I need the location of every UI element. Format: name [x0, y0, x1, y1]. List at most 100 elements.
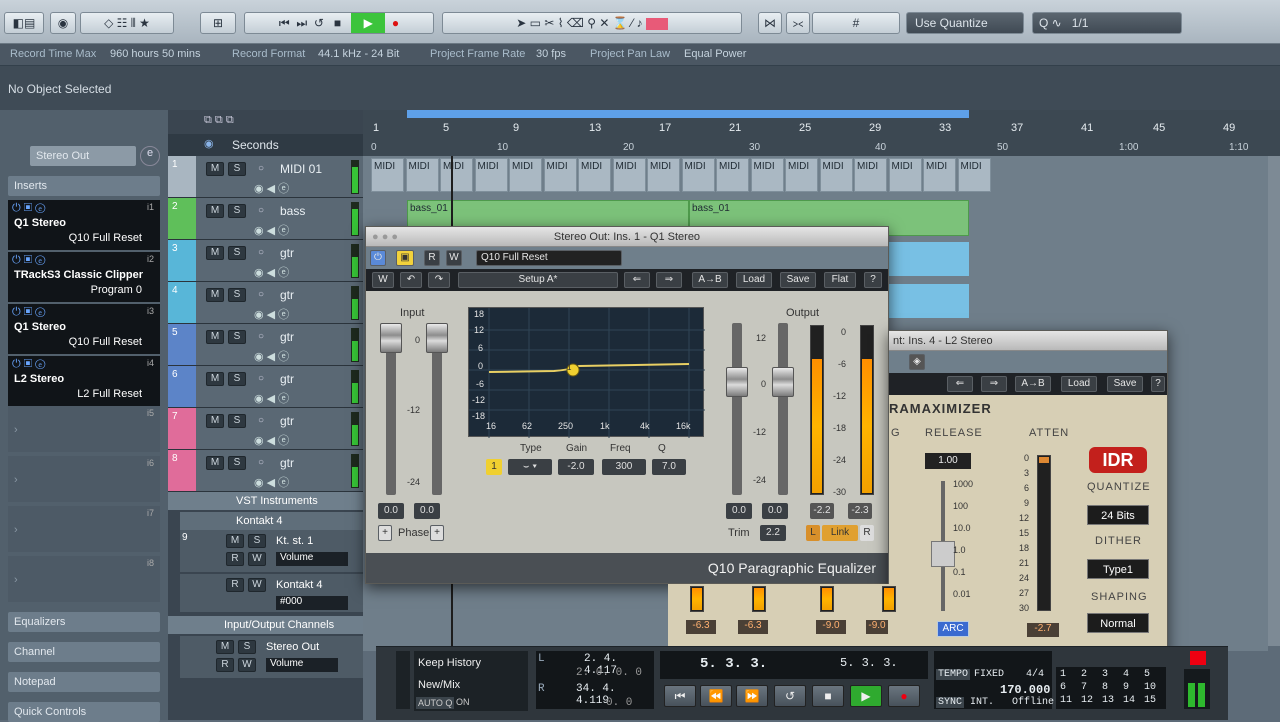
track-row[interactable]: 2 M S ○ bass ◉ ◀ ⓔ — [168, 198, 363, 240]
record-enable-icon[interactable]: ○ — [258, 163, 264, 174]
cycle-icon[interactable]: ↺ — [774, 685, 806, 707]
arrow-right-icon[interactable]: ⇒ — [656, 272, 682, 288]
midi-event[interactable]: MIDI — [750, 158, 784, 192]
peak-value[interactable]: -2.2 — [810, 503, 834, 519]
marker-button[interactable]: 15 — [1144, 695, 1156, 706]
sync-label[interactable]: SYNC — [936, 697, 965, 708]
marker-button[interactable]: 14 — [1123, 695, 1135, 706]
time-signature[interactable]: 4/4 — [1026, 669, 1044, 680]
marker-button[interactable]: 5 — [1144, 669, 1150, 680]
insert-slot-3[interactable]: ⏻ ▣ ⓔ i3 Q1 Stereo Q10 Full Reset — [8, 304, 160, 354]
auto-quantize-button[interactable]: AUTO Q — [416, 697, 455, 709]
record-time-value[interactable]: 960 hours 50 mins — [110, 48, 201, 60]
ab-button[interactable]: A→B — [692, 272, 728, 288]
write-button[interactable]: W — [248, 552, 266, 566]
tempo-label[interactable]: TEMPO — [936, 669, 971, 680]
save-button[interactable]: Save — [1107, 376, 1143, 392]
fader-cap[interactable] — [726, 367, 748, 397]
insert-slot-4[interactable]: ⏻ ▣ ⓔ i4 L2 Stereo L2 Full Reset — [8, 356, 160, 406]
play-icon[interactable]: ▶ — [850, 685, 882, 707]
read-button[interactable]: R — [226, 578, 244, 592]
q-value[interactable]: 7.0 — [652, 459, 686, 475]
midi-event[interactable]: MIDI — [371, 158, 404, 192]
record-enable-icon[interactable]: ○ — [258, 457, 264, 468]
midi-event[interactable]: MIDI — [578, 158, 611, 192]
midi-event[interactable]: MIDI — [440, 158, 473, 192]
mute-button[interactable]: M — [216, 640, 234, 654]
read-button[interactable]: R — [226, 552, 244, 566]
mute-icon[interactable]: ✕ — [599, 16, 609, 30]
automation-param[interactable]: #000 — [276, 596, 348, 610]
marker-button[interactable]: 6 — [1060, 682, 1066, 693]
preset-arrow-icon[interactable]: ◈ — [909, 354, 925, 370]
phase-plus-icon[interactable]: + — [430, 525, 444, 541]
save-button[interactable]: Save — [780, 272, 816, 288]
marker-button[interactable]: 12 — [1081, 695, 1093, 706]
monitor-icon[interactable]: ◉ ◀ ⓔ — [254, 264, 289, 280]
mute-button[interactable]: M — [206, 162, 224, 176]
tool-group[interactable]: ◇ ☷ ⫴ ★ — [80, 12, 174, 34]
tempo-value[interactable]: 170.000 — [1000, 683, 1050, 697]
mixer-icon[interactable]: ⫴ — [131, 16, 136, 30]
fader-cap[interactable] — [772, 367, 794, 397]
snap-icon[interactable]: ⋈ — [758, 12, 782, 34]
gain-value[interactable]: -2.0 — [558, 459, 594, 475]
inserts-header[interactable]: Inserts — [8, 176, 160, 196]
kontakt-instrument-track[interactable]: R W Kontakt 4 #000 — [180, 574, 363, 612]
marker-button[interactable]: 7 — [1081, 682, 1087, 693]
midi-event[interactable]: MIDI — [612, 158, 646, 192]
filter-type-select[interactable]: ⌣ ▾ — [508, 459, 552, 475]
record-mode-icon[interactable]: ◧▤ — [4, 12, 44, 34]
dither-select[interactable]: Type1 — [1087, 559, 1149, 579]
track-color[interactable]: 7 — [168, 408, 196, 449]
mute-button[interactable]: M — [206, 288, 224, 302]
equalizers-section[interactable]: Equalizers — [8, 612, 160, 632]
solo-button[interactable]: S — [228, 372, 246, 386]
record-enable-icon[interactable]: ○ — [258, 205, 264, 216]
marker-button[interactable]: 1 — [1060, 669, 1066, 680]
midi-event[interactable]: MIDI — [888, 158, 922, 192]
vertical-scrollbar[interactable] — [1268, 156, 1280, 646]
peak-value[interactable]: -2.3 — [848, 503, 872, 519]
play-icon[interactable]: ▶ — [351, 13, 386, 33]
preset-select[interactable]: Q10 Full Reset — [476, 250, 622, 266]
marker-button[interactable]: 9 — [1123, 682, 1129, 693]
read-button[interactable]: R — [216, 658, 234, 672]
marker-button[interactable]: 4 — [1123, 669, 1129, 680]
flat-button[interactable]: Flat — [824, 272, 856, 288]
setup-select[interactable]: Setup A* — [458, 272, 618, 288]
rewind-start-icon[interactable]: ⏮ — [664, 685, 696, 707]
track-row[interactable]: 5 M S ○ gtr ◉ ◀ ⓔ — [168, 324, 363, 366]
arrow-left-icon[interactable]: ⇐ — [947, 376, 973, 392]
mute-button[interactable]: M — [206, 246, 224, 260]
vst-instruments-folder[interactable]: VST Instruments — [168, 492, 363, 510]
solo-button[interactable]: S — [228, 456, 246, 470]
midi-event[interactable]: MIDI — [509, 158, 542, 192]
record-format-value[interactable]: 44.1 kHz - 24 Bit — [318, 48, 399, 60]
ruler[interactable]: 1 5 9 13 17 21 25 29 33 37 41 45 49 0 10 20 30 40 50 1:00 1… — [363, 110, 1280, 156]
power-icon[interactable]: ⏻ ▣ ⓔ — [12, 306, 45, 319]
track-color[interactable]: 5 — [168, 324, 196, 365]
timebase-icon[interactable]: ◉ — [204, 137, 214, 150]
track-name[interactable]: gtr — [280, 288, 294, 302]
solo-button[interactable]: S — [228, 246, 246, 260]
track-color[interactable]: 8 — [168, 450, 196, 491]
record-enable-icon[interactable]: ○ — [258, 331, 264, 342]
mute-button[interactable]: M — [206, 414, 224, 428]
trim-value[interactable]: 2.2 — [760, 525, 786, 541]
snap-type-icon[interactable]: ⪥ — [786, 12, 810, 34]
output-routing[interactable]: Stereo Out — [30, 146, 136, 166]
solo-button[interactable]: S — [228, 414, 246, 428]
automation-param[interactable]: Volume — [276, 552, 348, 566]
star-icon[interactable]: ★ — [139, 16, 150, 30]
monitor-icon[interactable]: ◉ ◀ ⓔ — [254, 348, 289, 364]
load-button[interactable]: Load — [736, 272, 772, 288]
track-name[interactable]: gtr — [280, 456, 294, 470]
marker-button[interactable]: 13 — [1102, 695, 1114, 706]
rewind-icon[interactable]: ⏮ — [279, 16, 290, 30]
notepad-section[interactable]: Notepad — [8, 672, 160, 692]
range-icon[interactable]: ▭ — [530, 16, 541, 30]
automation-icon[interactable]: ◉ — [50, 12, 76, 34]
input-value[interactable]: 0.0 — [378, 503, 404, 519]
marker-button[interactable]: 3 — [1102, 669, 1108, 680]
